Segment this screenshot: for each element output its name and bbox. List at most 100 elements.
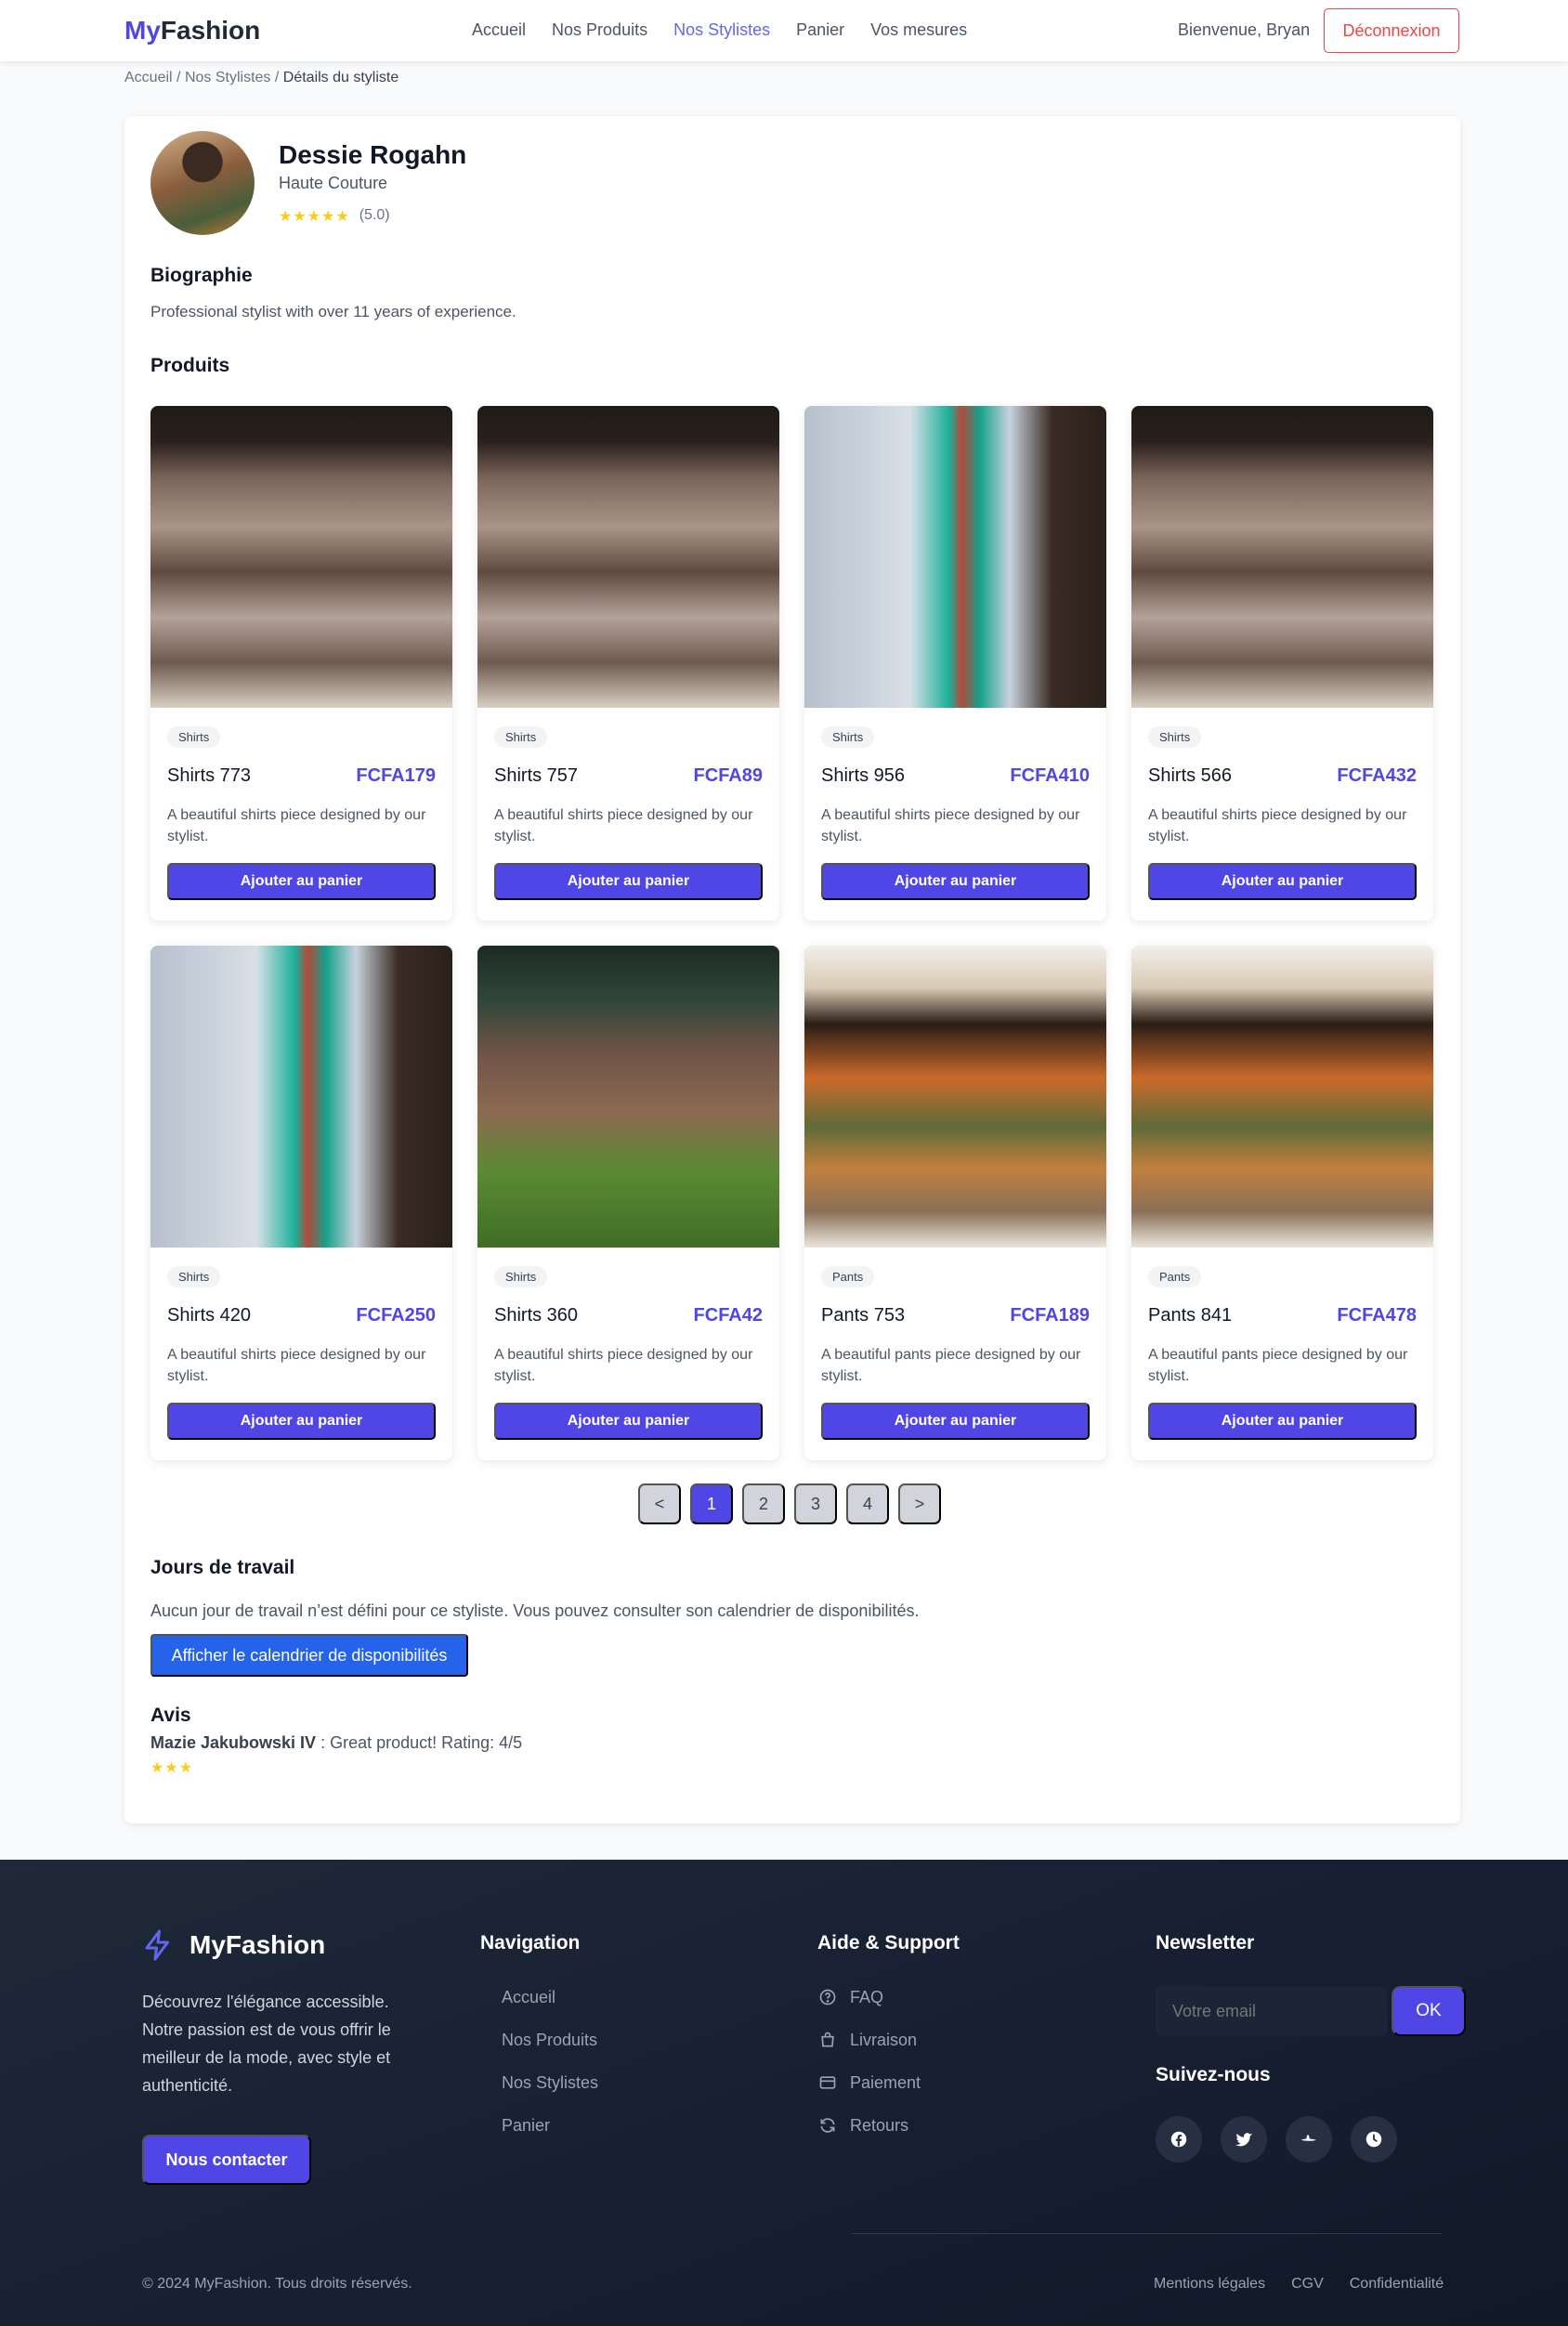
- product-price: FCFA179: [356, 765, 436, 786]
- welcome-text: Bienvenue, Bryan: [1178, 20, 1311, 39]
- nav-link-nos-produits[interactable]: Nos Produits: [552, 20, 647, 40]
- bag-icon: [821, 2032, 834, 2047]
- product-image[interactable]: [1131, 946, 1433, 1248]
- product-image[interactable]: [477, 946, 779, 1248]
- copyright: © 2024 MyFashion. Tous droits réservés.: [142, 2276, 412, 2292]
- add-to-cart-button[interactable]: Ajouter au panier: [494, 863, 763, 900]
- add-to-cart-button[interactable]: Ajouter au panier: [167, 1403, 436, 1440]
- page-button-4[interactable]: 4: [846, 1483, 889, 1524]
- bio-text: Professional stylist with over 11 years …: [150, 303, 516, 320]
- product-name: Pants 841: [1148, 1305, 1233, 1326]
- main-nav: Accueil Nos Produits Nos Stylistes Panie…: [472, 20, 967, 40]
- footer-link-accueil[interactable]: Accueil: [502, 1986, 598, 2008]
- footer-brand: MyFashion: [189, 1930, 326, 1959]
- legal-link-mentions[interactable]: Mentions légales: [1154, 2276, 1265, 2293]
- product-description: A beautiful shirts piece designed by our…: [821, 807, 1080, 844]
- hat-icon: [1300, 2135, 1317, 2141]
- show-calendar-button[interactable]: Afficher le calendrier de disponibilités: [150, 1634, 468, 1677]
- product-image[interactable]: [477, 406, 779, 708]
- breadcrumb-stylists[interactable]: Nos Stylistes: [185, 70, 270, 85]
- page-button-2[interactable]: 2: [742, 1483, 785, 1524]
- newsletter-title: Newsletter: [1156, 1932, 1255, 1954]
- newsletter-email-input[interactable]: [1156, 1986, 1388, 2036]
- nav-link-panier[interactable]: Panier: [796, 20, 844, 40]
- product-card: Shirts Shirts 566 FCFA432 A beautiful sh…: [1131, 406, 1433, 921]
- credit-card-icon: [819, 2076, 836, 2089]
- footer-link-paiement[interactable]: Paiement: [818, 2071, 921, 2094]
- add-to-cart-button[interactable]: Ajouter au panier: [1148, 863, 1417, 900]
- footer-link-livraison[interactable]: Livraison: [818, 2029, 921, 2051]
- footer-link-panier[interactable]: Panier: [502, 2114, 598, 2137]
- add-to-cart-button[interactable]: Ajouter au panier: [821, 863, 1090, 900]
- nav-link-accueil[interactable]: Accueil: [472, 20, 526, 40]
- product-category-badge: Shirts: [494, 726, 548, 748]
- hat-link[interactable]: [1286, 2116, 1332, 2163]
- logout-button[interactable]: Déconnexion: [1324, 8, 1459, 53]
- brand-logo[interactable]: MyFashion: [124, 16, 260, 46]
- facebook-link[interactable]: [1156, 2116, 1202, 2163]
- product-description: A beautiful pants piece designed by our …: [821, 1347, 1081, 1384]
- footer-divider: [851, 2233, 1442, 2234]
- product-name: Pants 753: [821, 1305, 906, 1326]
- site-footer: MyFashion Découvrez l'élégance accessibl…: [0, 1860, 1568, 2326]
- brand-prefix: My: [124, 16, 161, 45]
- footer-support-list: FAQ Livraison Paiement Retours: [818, 1986, 921, 2137]
- contact-button[interactable]: Nous contacter: [142, 2135, 311, 2185]
- product-price: FCFA432: [1337, 765, 1417, 786]
- nav-link-nos-stylistes[interactable]: Nos Stylistes: [673, 20, 770, 40]
- retours-label: Retours: [850, 2115, 909, 2135]
- product-price: FCFA250: [356, 1305, 436, 1326]
- breadcrumb: Accueil / Nos Stylistes / Détails du sty…: [124, 70, 399, 86]
- product-card: Shirts Shirts 773 FCFA179 A beautiful sh…: [150, 406, 452, 921]
- review-stars: ★★★: [150, 1760, 194, 1776]
- footer-nav-list: Accueil Nos Produits Nos Stylistes Panie…: [502, 1986, 598, 2137]
- footer-link-nos-stylistes[interactable]: Nos Stylistes: [502, 2071, 598, 2094]
- product-image[interactable]: [804, 406, 1106, 708]
- breadcrumb-home[interactable]: Accueil: [124, 70, 173, 85]
- page-button-1[interactable]: 1: [690, 1483, 733, 1524]
- product-name: Shirts 956: [821, 765, 906, 786]
- add-to-cart-button[interactable]: Ajouter au panier: [821, 1403, 1090, 1440]
- clock-link[interactable]: [1351, 2116, 1397, 2163]
- product-card: Shirts Shirts 360 FCFA42 A beautiful shi…: [477, 946, 779, 1460]
- rating-value: (5.0): [359, 207, 390, 223]
- legal-link-confidentialite[interactable]: Confidentialité: [1350, 2276, 1444, 2293]
- products-title: Produits: [150, 355, 230, 376]
- twitter-link[interactable]: [1221, 2116, 1267, 2163]
- footer-link-nos-produits[interactable]: Nos Produits: [502, 2029, 598, 2051]
- product-category-badge: Pants: [821, 1266, 875, 1287]
- next-page-button[interactable]: >: [898, 1483, 941, 1524]
- prev-page-button[interactable]: <: [638, 1483, 681, 1524]
- breadcrumb-current: Détails du styliste: [282, 70, 399, 85]
- pagination: < 1 2 3 4 >: [638, 1483, 941, 1524]
- footer-link-retours[interactable]: Retours: [818, 2114, 921, 2137]
- nav-link-vos-mesures[interactable]: Vos mesures: [870, 20, 967, 40]
- stylist-rating: ★★★★★ (5.0): [279, 207, 390, 226]
- product-image[interactable]: [150, 946, 452, 1248]
- add-to-cart-button[interactable]: Ajouter au panier: [494, 1403, 763, 1440]
- page-button-3[interactable]: 3: [794, 1483, 837, 1524]
- product-category-badge: Shirts: [167, 1266, 221, 1287]
- product-card: Shirts Shirts 420 FCFA250 A beautiful sh…: [150, 946, 452, 1460]
- product-image[interactable]: [150, 406, 452, 708]
- workdays-title: Jours de travail: [150, 1557, 295, 1578]
- product-name: Shirts 420: [167, 1305, 252, 1326]
- reviewer-name: Mazie Jakubowski IV: [150, 1733, 317, 1752]
- product-description: A beautiful shirts piece designed by our…: [494, 807, 753, 844]
- product-name: Shirts 566: [1148, 765, 1233, 786]
- newsletter-submit-button[interactable]: OK: [1392, 1986, 1466, 2036]
- facebook-icon: [1170, 2131, 1187, 2148]
- legal-link-cgv[interactable]: CGV: [1291, 2276, 1324, 2293]
- add-to-cart-button[interactable]: Ajouter au panier: [167, 863, 436, 900]
- stylist-avatar: [150, 131, 255, 235]
- footer-link-faq[interactable]: FAQ: [818, 1986, 921, 2008]
- review-text: : Great product! Rating: 4/5: [316, 1733, 523, 1752]
- product-description: A beautiful shirts piece designed by our…: [1148, 807, 1407, 844]
- add-to-cart-button[interactable]: Ajouter au panier: [1148, 1403, 1417, 1440]
- social-title: Suivez-nous: [1156, 2064, 1271, 2085]
- product-image[interactable]: [804, 946, 1106, 1248]
- product-image[interactable]: [1131, 406, 1433, 708]
- product-price: FCFA410: [1010, 765, 1090, 786]
- product-card: Shirts Shirts 757 FCFA89 A beautiful shi…: [477, 406, 779, 921]
- lightning-icon: [145, 1929, 169, 1961]
